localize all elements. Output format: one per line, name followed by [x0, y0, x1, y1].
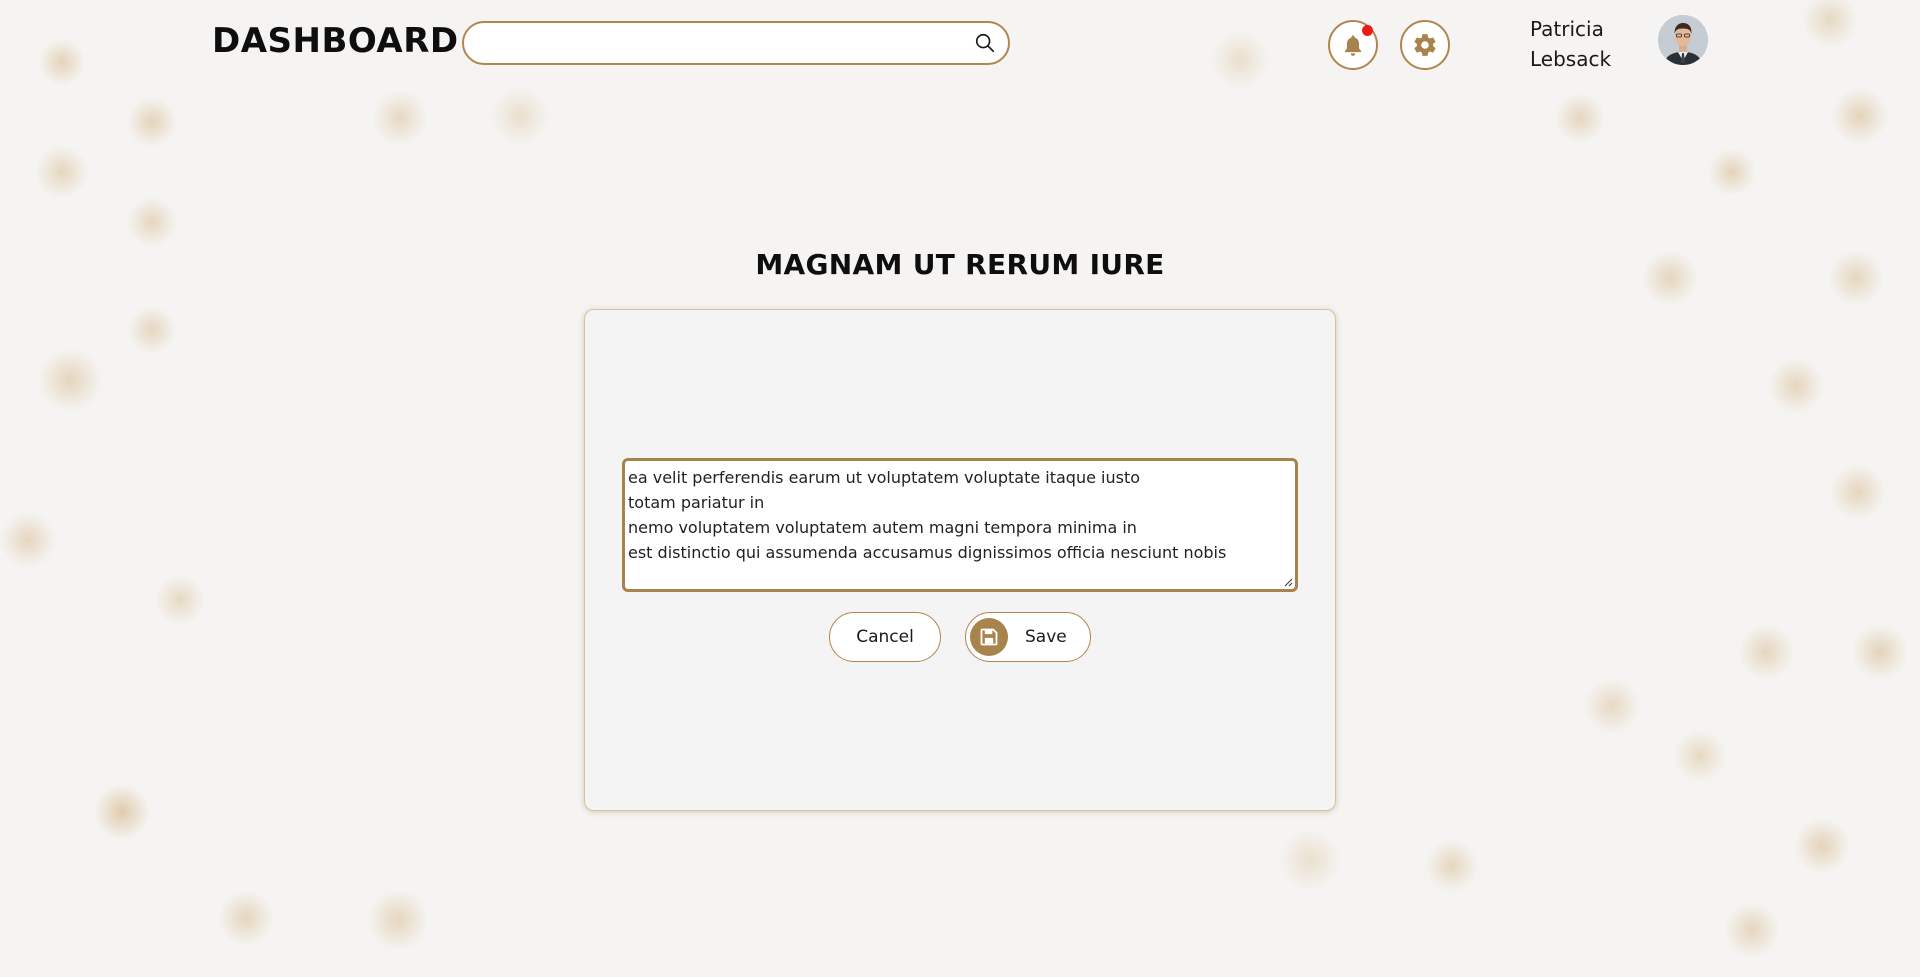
user-first-name: Patricia — [1530, 17, 1604, 41]
avatar[interactable] — [1658, 15, 1708, 65]
user-avatar-image — [1658, 15, 1708, 65]
gear-icon — [1414, 34, 1436, 56]
bell-icon — [1344, 35, 1362, 56]
editor-line: est distinctio qui assumenda accusamus d… — [628, 543, 1227, 562]
cancel-button[interactable]: Cancel — [829, 612, 941, 662]
editor-line: nemo voluptatem voluptatem autem magni t… — [628, 518, 1137, 537]
notification-badge — [1362, 25, 1373, 36]
search-icon[interactable] — [974, 32, 996, 54]
text-editor[interactable]: ea velit perferendis earum ut voluptatem… — [622, 458, 1298, 592]
page-title: MAGNAM UT RERUM IURE — [755, 248, 1165, 281]
cancel-button-label: Cancel — [856, 627, 914, 647]
user-last-name: Lebsack — [1530, 47, 1612, 71]
save-button-label: Save — [1025, 627, 1067, 647]
floppy-disk-icon — [980, 628, 998, 646]
save-button[interactable]: Save — [965, 612, 1091, 662]
notifications-button[interactable] — [1328, 20, 1378, 70]
resize-handle-icon[interactable] — [1283, 577, 1293, 587]
search-input[interactable] — [480, 29, 964, 59]
brand-title: DASHBOARD — [212, 21, 459, 61]
editor-line: ea velit perferendis earum ut voluptatem… — [628, 468, 1141, 487]
top-bar: DASHBOARD Patricia Lebsack — [0, 0, 1920, 90]
search-bar[interactable] — [462, 21, 1010, 65]
user-name[interactable]: Patricia Lebsack — [1530, 14, 1611, 74]
settings-button[interactable] — [1400, 20, 1450, 70]
editor-line: totam pariatur in — [628, 493, 765, 512]
save-icon-badge — [970, 618, 1008, 656]
